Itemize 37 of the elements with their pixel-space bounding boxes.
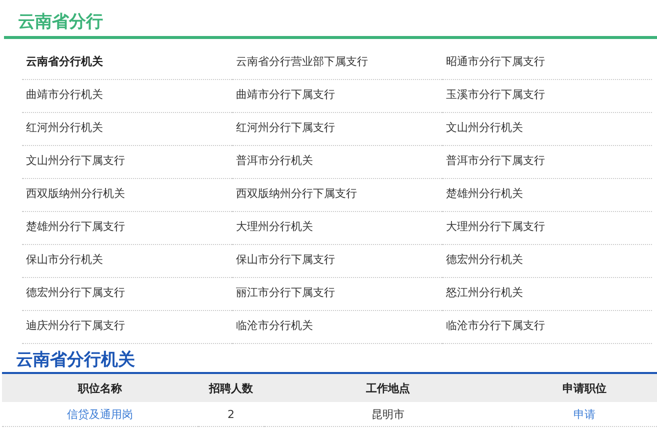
branch-link[interactable]: 红河州分行机关 bbox=[22, 113, 232, 146]
table-cell: 昆明市 bbox=[264, 402, 512, 426]
branch-link[interactable]: 玉溪市分行下属支行 bbox=[442, 80, 652, 113]
position-link[interactable]: 信贷及通用岗 bbox=[67, 408, 133, 420]
branch-link[interactable]: 德宏州分行下属支行 bbox=[22, 278, 232, 311]
branch-link[interactable]: 怒江州分行机关 bbox=[442, 278, 652, 311]
branch-link[interactable]: 保山市分行下属支行 bbox=[232, 245, 442, 278]
branch-link[interactable]: 曲靖市分行机关 bbox=[22, 80, 232, 113]
column-header: 招聘人数 bbox=[198, 374, 264, 402]
column-header: 职位名称 bbox=[2, 374, 198, 402]
branch-link[interactable]: 曲靖市分行下属支行 bbox=[232, 80, 442, 113]
branch-link[interactable]: 临沧市分行下属支行 bbox=[442, 311, 652, 344]
branch-link[interactable]: 保山市分行机关 bbox=[22, 245, 232, 278]
column-header: 工作地点 bbox=[264, 374, 512, 402]
branch-link[interactable]: 红河州分行下属支行 bbox=[232, 113, 442, 146]
column-header: 申请职位 bbox=[512, 374, 657, 402]
branch-link[interactable]: 大理州分行下属支行 bbox=[442, 212, 652, 245]
branch-link[interactable]: 丽江市分行下属支行 bbox=[232, 278, 442, 311]
section-title: 云南省分行 bbox=[17, 11, 104, 34]
branch-link[interactable]: 文山州分行机关 bbox=[442, 113, 652, 146]
branch-link[interactable]: 楚雄州分行下属支行 bbox=[22, 212, 232, 245]
branch-link[interactable]: 文山州分行下属支行 bbox=[22, 146, 232, 179]
branch-link[interactable]: 普洱市分行机关 bbox=[232, 146, 442, 179]
table-cell: 2 bbox=[198, 402, 264, 426]
branch-link[interactable]: 西双版纳州分行下属支行 bbox=[232, 179, 442, 212]
branch-link[interactable]: 德宏州分行机关 bbox=[442, 245, 652, 278]
branch-link[interactable]: 迪庆州分行下属支行 bbox=[22, 311, 232, 344]
detail-title: 云南省分行机关 bbox=[15, 349, 136, 372]
branch-link[interactable]: 普洱市分行下属支行 bbox=[442, 146, 652, 179]
branch-link[interactable]: 西双版纳州分行机关 bbox=[22, 179, 232, 212]
branch-link[interactable]: 楚雄州分行机关 bbox=[442, 179, 652, 212]
branch-link[interactable]: 云南省分行营业部下属支行 bbox=[232, 47, 442, 80]
branch-link[interactable]: 大理州分行机关 bbox=[232, 212, 442, 245]
branch-link[interactable]: 临沧市分行机关 bbox=[232, 311, 442, 344]
branch-link[interactable]: 云南省分行机关 bbox=[22, 47, 232, 80]
branch-link[interactable]: 昭通市分行下属支行 bbox=[442, 47, 652, 80]
apply-link[interactable]: 申请 bbox=[574, 408, 596, 420]
